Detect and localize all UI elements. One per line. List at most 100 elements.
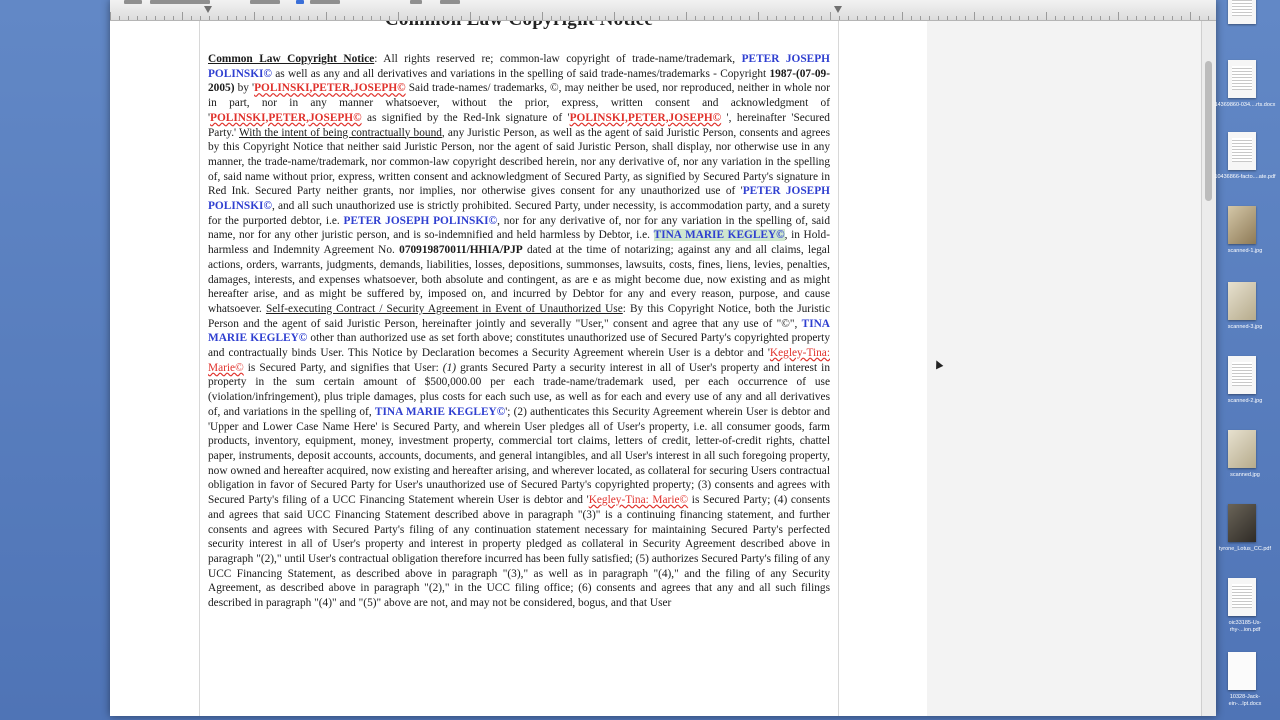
align-button[interactable]: [410, 0, 422, 4]
ruler-tick: [794, 16, 795, 20]
file-thumbnail-icon: [1228, 578, 1256, 616]
desktop-file-label: 10328-Jack-ein-...lpt.docx: [1228, 694, 1262, 707]
indent-marker-right[interactable]: [834, 6, 842, 13]
ruler-tick: [209, 16, 210, 20]
notice-text-run: POLINSKI,PETER,JOSEPH©: [254, 82, 406, 95]
ruler-bar[interactable]: [110, 0, 1216, 21]
desktop-file-label: 10436866-facto....ate.pdf: [1214, 174, 1276, 180]
desktop-file-label: scanned-2.jpg: [1227, 398, 1263, 404]
ruler-tick: [731, 16, 732, 20]
ruler-tick: [452, 16, 453, 20]
page-gutter: [927, 21, 1216, 716]
ruler-tick: [488, 16, 489, 20]
ruler-tick: [1046, 12, 1047, 20]
ruler-tick: [263, 16, 264, 20]
ruler-tick: [596, 16, 597, 20]
notice-text-run: POLINSKI,PETER,JOSEPH©: [210, 111, 362, 124]
ruler-tick: [902, 12, 903, 20]
ruler-tick: [1091, 16, 1092, 20]
ruler-tick: [884, 16, 885, 20]
notice-text-run: as well as any and all derivatives and v…: [271, 67, 770, 80]
ruler-tick: [1208, 16, 1209, 20]
ruler-tick: [1073, 16, 1074, 20]
toolbar-button[interactable]: [124, 0, 142, 4]
ruler-tick: [974, 12, 975, 20]
indent-marker-left[interactable]: [204, 6, 212, 13]
ruler-tick: [1163, 16, 1164, 20]
ruler-tick: [1037, 16, 1038, 20]
notice-text-run: POLINSKI,PETER,JOSEPH©: [569, 111, 722, 124]
notice-text-run: 070919870011/HHIA/PJP: [399, 244, 523, 257]
notice-text-run: (1): [442, 361, 457, 374]
ruler-tick: [137, 16, 138, 20]
ruler-tick: [542, 12, 543, 20]
ruler-tick: [1064, 16, 1065, 20]
ruler-tick: [722, 16, 723, 20]
ruler-tick: [290, 16, 291, 20]
ruler-tick: [551, 16, 552, 20]
ruler-tick: [587, 16, 588, 20]
notice-text-run: as signified by the Red-Ink signature of…: [361, 111, 570, 124]
file-thumbnail-icon: [1228, 652, 1256, 690]
ruler-tick: [353, 16, 354, 20]
ruler-tick: [947, 16, 948, 20]
document-canvas[interactable]: Common Law Copyright Notice Common Law C…: [110, 21, 1216, 716]
ruler-tick: [515, 16, 516, 20]
ruler-tick: [299, 16, 300, 20]
ruler-tick: [389, 16, 390, 20]
file-thumbnail-icon: [1228, 504, 1256, 542]
ruler-tick: [848, 16, 849, 20]
desktop-file-label: 14369860-034....rts.docx: [1214, 102, 1276, 108]
file-thumbnail-icon: [1228, 60, 1256, 98]
desktop-file-label: oic33185-Us-rhy-...ion.pdf: [1228, 620, 1262, 633]
ruler-tick: [1154, 16, 1155, 20]
ruler-tick: [875, 16, 876, 20]
notice-text-run: '; (2) authenticates this Security Agree…: [208, 405, 830, 507]
ruler-tick: [1082, 16, 1083, 20]
ruler-tick: [560, 16, 561, 20]
ruler-tick: [1019, 16, 1020, 20]
document-page[interactable]: Common Law Copyright Notice Common Law C…: [199, 21, 839, 716]
ruler-tick: [506, 16, 507, 20]
font-dropdown[interactable]: [250, 0, 280, 4]
ruler-tick: [119, 16, 120, 20]
ruler-tick: [929, 16, 930, 20]
desktop-file-label: scanned-3.jpg: [1227, 324, 1263, 330]
ruler-tick: [740, 16, 741, 20]
size-dropdown[interactable]: [310, 0, 340, 4]
notice-text-run: by ': [234, 82, 255, 95]
scrollbar-thumb[interactable]: [1205, 61, 1212, 201]
ruler-tick: [380, 16, 381, 20]
ruler-tick: [443, 16, 444, 20]
ruler-tick: [569, 16, 570, 20]
ruler-tick: [200, 16, 201, 20]
ruler-tick: [605, 16, 606, 20]
notice-text-run: With the intent of being contractually b…: [239, 126, 442, 139]
ruler-tick: [128, 16, 129, 20]
ruler-tick: [650, 16, 651, 20]
ruler-tick: [632, 16, 633, 20]
text-color-button[interactable]: [296, 0, 304, 4]
ruler-tick: [659, 16, 660, 20]
ruler-tick: [866, 16, 867, 20]
ruler-tick: [155, 16, 156, 20]
ruler-tick: [830, 12, 831, 20]
ruler-tick: [821, 16, 822, 20]
ruler-tick: [1010, 16, 1011, 20]
ruler-tick: [1199, 16, 1200, 20]
ruler-tick: [641, 16, 642, 20]
style-dropdown[interactable]: [150, 0, 210, 4]
ruler-tick: [1118, 12, 1119, 20]
ruler-tick: [893, 16, 894, 20]
desktop-file-label: tyrone_Lotus_CC.pdf: [1219, 546, 1271, 552]
notice-text-run: Common Law Copyright Notice: [208, 53, 375, 65]
notice-body-text[interactable]: Common Law Copyright Notice: All rights …: [208, 52, 830, 611]
ruler-tick: [749, 16, 750, 20]
ruler-tick: [227, 16, 228, 20]
ruler-tick: [371, 16, 372, 20]
spacing-dropdown[interactable]: [440, 0, 460, 4]
notice-text-run: Self-executing Contract / Security Agree…: [265, 302, 623, 315]
notice-text-run: TINA MARIE KEGLEY©: [653, 229, 785, 242]
vertical-scrollbar[interactable]: [1201, 21, 1216, 716]
ruler-tick: [461, 16, 462, 20]
